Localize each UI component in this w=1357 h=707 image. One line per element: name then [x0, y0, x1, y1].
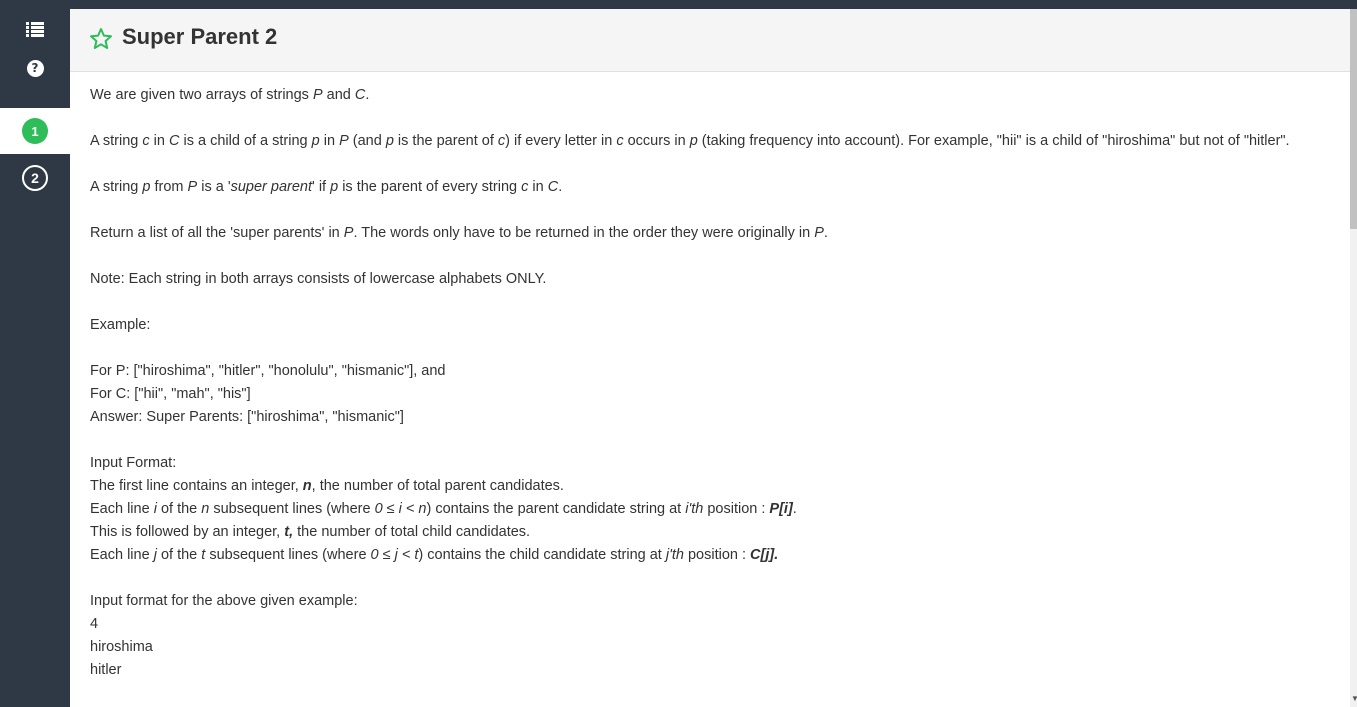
scrollbar-thumb[interactable]: [1350, 9, 1357, 229]
paragraph-child-definition: A string c in C is a child of a string p…: [90, 133, 1290, 149]
example-input-block: Input format for the above given example…: [90, 593, 358, 678]
question-number: 1: [22, 118, 48, 144]
paragraph-super-parent-definition: A string p from P is a 'super parent' if…: [90, 179, 563, 195]
question-item-2[interactable]: 2: [0, 155, 70, 201]
paragraph-intro: We are given two arrays of strings P and…: [90, 87, 370, 103]
scroll-down-icon[interactable]: ▼: [1351, 694, 1357, 703]
help-circle-icon[interactable]: ?: [25, 58, 45, 78]
scrollbar[interactable]: [1350, 9, 1357, 707]
question-number: 2: [22, 165, 48, 191]
list-icon[interactable]: [25, 19, 45, 39]
paragraph-note: Note: Each string in both arrays consist…: [90, 271, 547, 287]
example-block: For P: ["hiroshima", "hitler", "honolulu…: [90, 363, 446, 425]
star-outline-icon[interactable]: [89, 27, 113, 51]
paragraph-example-heading: Example:: [90, 317, 151, 333]
problem-statement: We are given two arrays of strings P and…: [90, 84, 1330, 705]
input-format-block: Input Format: The first line contains an…: [90, 455, 797, 563]
sidebar: ? 1 2: [0, 0, 70, 707]
question-item-1[interactable]: 1: [0, 108, 70, 154]
top-bar: [0, 0, 1357, 9]
question-header: Super Parent 2: [70, 9, 1350, 72]
page-title: Super Parent 2: [122, 24, 278, 49]
paragraph-return: Return a list of all the 'super parents'…: [90, 225, 828, 241]
